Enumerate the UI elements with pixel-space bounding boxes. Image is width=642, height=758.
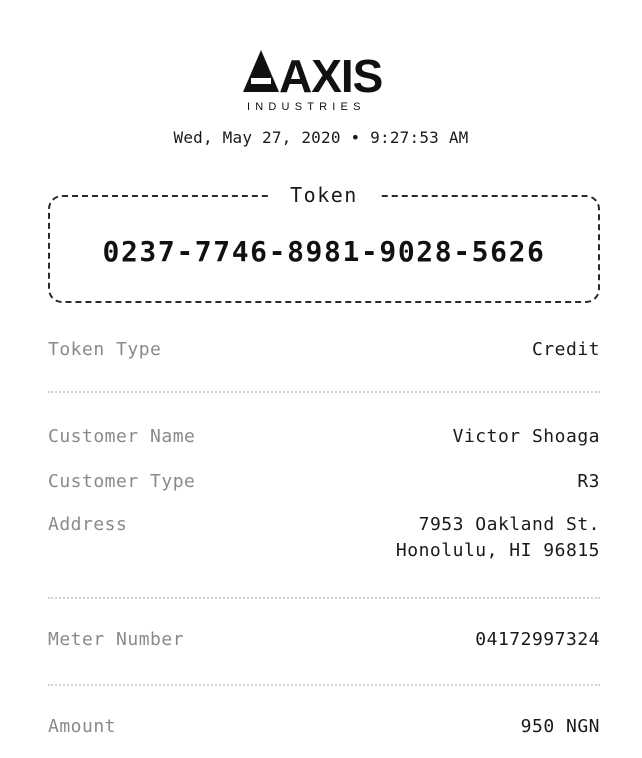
meter-number-row: Meter Number 04172997324 xyxy=(48,627,600,653)
meter-number-label: Meter Number xyxy=(48,629,185,650)
address-line-2: Honolulu, HI 96815 xyxy=(395,540,600,561)
receipt-datetime: Wed, May 27, 2020 • 9:27:53 AM xyxy=(173,128,469,147)
customer-type-value: R3 xyxy=(577,471,600,492)
address-value: 7953 Oakland St. Honolulu, HI 96815 xyxy=(396,512,600,564)
token-type-value: Credit xyxy=(531,339,600,360)
divider xyxy=(48,597,600,599)
token-value[interactable]: 0237-7746-8981-9028-5626 xyxy=(50,235,598,268)
meter-number-value: 04172997324 xyxy=(475,629,600,650)
token-type-row: Token Type Credit xyxy=(48,337,600,363)
amount-label: Amount xyxy=(48,716,117,737)
logo-subtitle: INDUSTRIES xyxy=(247,101,366,113)
token-label: Token xyxy=(268,183,380,207)
amount-row: Amount 950 NGN xyxy=(48,714,600,740)
customer-name-label: Customer Name xyxy=(48,426,196,447)
divider xyxy=(48,391,600,393)
customer-type-row: Customer Type R3 xyxy=(48,469,600,495)
logo-wordmark: AXIS xyxy=(279,50,382,102)
customer-name-row: Customer Name Victor Shoaga xyxy=(48,424,600,450)
amount-value: 950 NGN xyxy=(520,716,600,737)
token-box: Token 0237-7746-8981-9028-5626 xyxy=(48,183,600,303)
customer-type-label: Customer Type xyxy=(48,471,196,492)
customer-name-value: Victor Shoaga xyxy=(452,426,600,447)
axis-industries-logo: AXIS INDUSTRIES xyxy=(0,44,642,116)
address-label: Address xyxy=(48,514,128,535)
logo-icon: AXIS INDUSTRIES xyxy=(243,50,383,113)
token-type-label: Token Type xyxy=(48,339,162,360)
address-row: Address 7953 Oakland St. Honolulu, HI 96… xyxy=(48,512,600,564)
address-line-1: 7953 Oakland St. xyxy=(418,514,600,535)
divider xyxy=(48,684,600,686)
